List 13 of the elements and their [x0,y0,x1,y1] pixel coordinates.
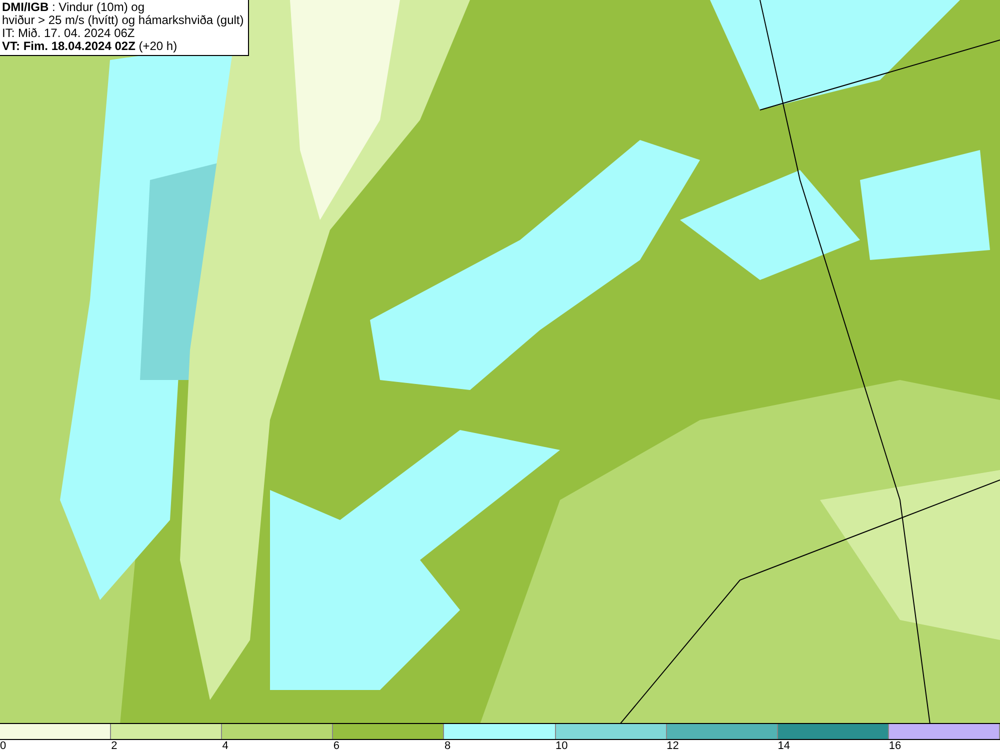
legend-tick-label: 16 [888,740,902,753]
legend-tick-label: 8 [444,740,451,753]
legend-tick-label: 6 [333,740,340,753]
legend-tick-label: 14 [778,740,790,753]
caption-line: IT: Mið. 17. 04. 2024 06Z [2,27,136,40]
legend-tick-label: 10 [556,740,568,753]
caption-line: hviður > 25 m/s (hvítt) og hámarkshviða (gult) [2,14,244,27]
caption-line: DMI/IGB : Vindur (10m) og [2,1,146,14]
legend-tick-label: 4 [222,740,228,753]
legend-tick-label: 12 [666,740,679,753]
legend-tick-label: 2 [111,740,118,753]
legend-tick-label: 0 [0,740,6,753]
caption-line: VT: Fim. 18.04.2024 02Z (+20 h) [2,40,178,53]
